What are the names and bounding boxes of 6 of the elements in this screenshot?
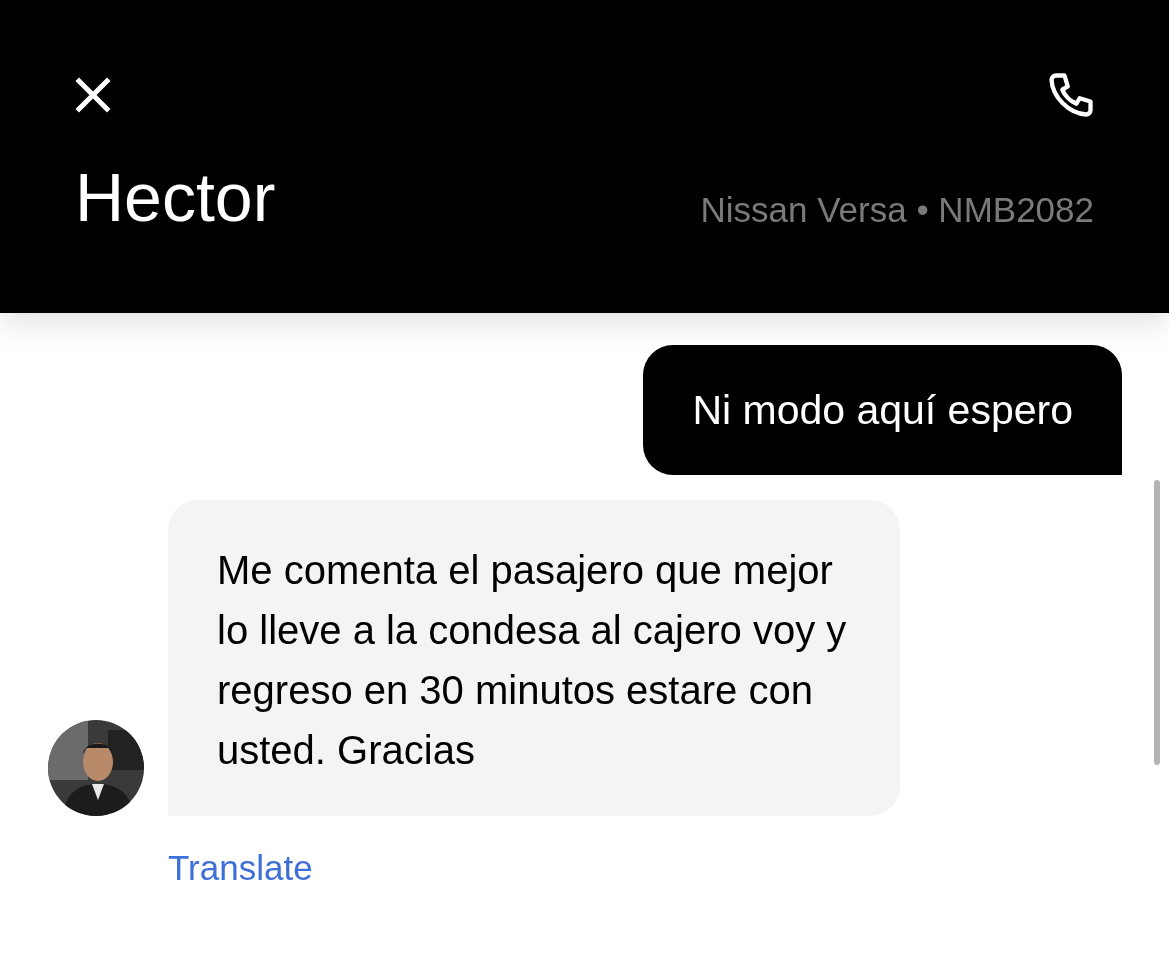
message-bubble: Me comenta el pasajero que mejor lo lleve a la condesa al cajero voy y regreso en 30 minutos estare con usted. Gracias [168,500,900,816]
close-icon[interactable] [73,75,113,115]
contact-name: Hector [75,163,276,231]
message-bubble: Ni modo aquí espero [643,345,1122,475]
vehicle-info: Nissan Versa • NMB2082 [700,192,1094,227]
translate-link[interactable]: Translate [168,850,313,885]
